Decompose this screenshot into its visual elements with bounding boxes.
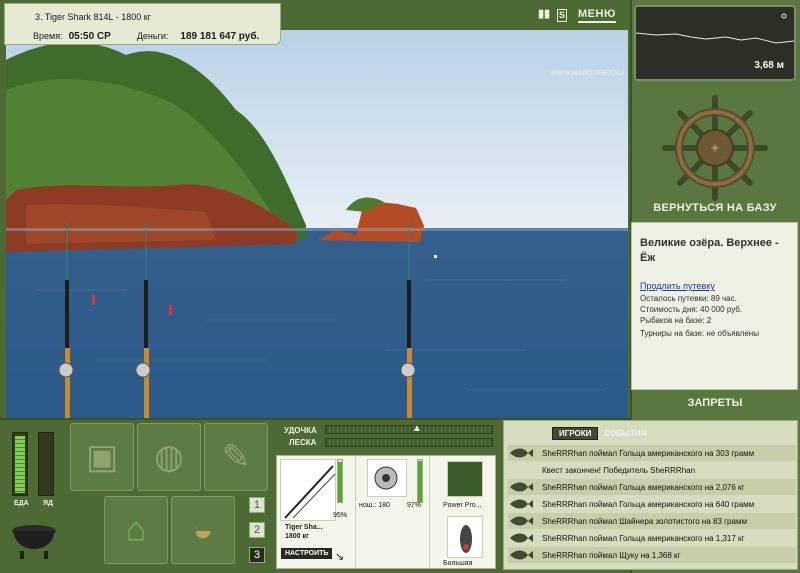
tournaments-info: Турниры на базе: не объявлены <box>640 329 759 338</box>
bans-button[interactable]: ЗАПРЕТЫ <box>632 397 798 409</box>
rod-weight: 1800 кг <box>285 533 309 540</box>
fish-icon <box>510 499 533 509</box>
tackle-bag-slot[interactable]: ▣ <box>70 423 134 491</box>
lure-caption: Большая <box>443 560 473 567</box>
event-row: SheRRRhan поймал Шайнера золотистого на … <box>508 513 796 529</box>
location-title: Великие озёра. Верхнее - Ёж <box>640 237 779 264</box>
event-row: SheRRRhan поймал Гольца американского на… <box>508 445 796 461</box>
event-row: SheRRRhan поймал Щуку на 1,368 кг <box>508 547 796 563</box>
reel-image[interactable] <box>367 459 407 497</box>
money-label: Деньги: <box>136 31 169 41</box>
bag-icon: ▣ <box>85 438 119 476</box>
expand-arrow-icon[interactable]: ↘ <box>335 550 344 563</box>
line-tension-bar <box>325 438 493 447</box>
events-panel: ИГРОКИ СОБЫТИЯ SheRRRhan поймал Гольца а… <box>503 420 798 570</box>
settings-icon[interactable]: S <box>557 9 568 22</box>
pause-icon[interactable]: ▮▮ <box>538 9 550 20</box>
tab-players[interactable]: ИГРОКИ <box>552 427 599 440</box>
rod-name: Tiger Sha... <box>285 524 323 531</box>
event-row: SheRRRhan поймал Гольца американского на… <box>508 479 796 495</box>
anglers-on-base: Рыбаков на базе: 2 <box>640 316 712 325</box>
inventory-tab-1[interactable]: 1 <box>249 497 265 513</box>
target-line: 3. Tiger Shark 814L - 1800 кг <box>35 12 151 22</box>
time-value: 05:50 СР <box>68 31 111 42</box>
line-caption: Power Pro... <box>443 502 482 509</box>
tackle-panel: 95% Tiger Sha... 1800 кг НАСТРОИТЬ ↘ нош… <box>276 455 496 569</box>
ship-wheel-icon: ✦ <box>662 95 768 201</box>
fish-icon <box>508 464 534 476</box>
return-to-base-button[interactable]: ВЕРНУТЬСЯ НА БАЗУ <box>632 202 798 214</box>
depth-sonar: 3,68 м <box>634 5 796 81</box>
reel-wear-bar <box>417 459 423 503</box>
reel-percent: 97% <box>407 502 422 509</box>
food-meter <box>12 432 28 496</box>
time-label: Время: <box>33 31 63 41</box>
rod-percent: 95% <box>333 512 348 519</box>
fish-icon <box>510 516 533 526</box>
tension-marker-icon: ▲ <box>412 423 422 434</box>
lake-landscape <box>6 30 628 418</box>
event-row: SheRRRhan поймал Гольца американского на… <box>508 496 796 512</box>
fish-icon <box>510 550 533 560</box>
event-text: Квест закончен! Победитель SheRRRhan <box>542 465 696 475</box>
depth-value: 3,68 м <box>754 60 784 71</box>
money-value: 189 181 647 руб. <box>180 31 260 42</box>
status-panel: 3. Tiger Shark 814L - 1800 кг Время: 05:… <box>4 3 281 45</box>
reel-caption: нош.: 180 <box>359 502 390 509</box>
helm-wheel[interactable]: ✦ <box>632 88 798 218</box>
rod-tension-bar <box>325 425 493 434</box>
fishing-scene[interactable]: WWW.WAIRTOBET.RU <box>6 30 628 418</box>
rod-label: УДОЧКА <box>284 426 317 435</box>
event-row: Квест закончен! Победитель SheRRRhan <box>508 462 796 478</box>
inventory-tab-2[interactable]: 2 <box>249 522 265 538</box>
tools-icon: ✎ <box>221 438 251 476</box>
event-text: SheRRRhan поймал Щуку на 1,368 кг <box>542 550 681 560</box>
menu-button[interactable]: МЕНЮ <box>578 8 616 23</box>
line-spool-image[interactable] <box>447 461 483 497</box>
basket-icon: ⌂ <box>125 510 147 549</box>
bucket-slot[interactable]: ◒ <box>171 496 235 564</box>
net-icon: ◍ <box>154 438 184 476</box>
location-panel: Великие озёра. Верхнее - Ёж Продлить пут… <box>631 222 798 390</box>
event-text: SheRRRhan поймал Гольца американского на… <box>542 448 755 458</box>
fish-icon <box>510 448 533 458</box>
poison-meter <box>38 432 54 496</box>
watermark: WWW.WAIRTOBET.RU <box>550 70 624 77</box>
food-level <box>15 435 25 493</box>
fish-icon <box>510 482 533 492</box>
rod-image[interactable] <box>280 459 336 521</box>
permit-remaining: Осталось путевки: 89 час. <box>640 294 737 303</box>
setup-button[interactable]: НАСТРОИТЬ <box>281 548 333 559</box>
cauldron-icon[interactable] <box>8 515 60 563</box>
bait-basket-slot[interactable]: ⌂ <box>104 496 168 564</box>
day-cost: Стоимость дня: 40 000 руб. <box>640 305 743 314</box>
bucket-icon: ◒ <box>192 510 214 549</box>
event-row: SheRRRhan поймал Гольца американского на… <box>508 530 796 546</box>
tab-events[interactable]: СОБЫТИЯ <box>602 427 648 440</box>
extend-permit-link[interactable]: Продлить путевку <box>640 281 715 291</box>
food-label: ЕДА <box>14 500 29 507</box>
event-text: SheRRRhan поймал Гольца американского на… <box>542 482 745 492</box>
fish-icon <box>510 533 533 543</box>
tools-slot[interactable]: ✎ <box>204 423 268 491</box>
lure-image[interactable] <box>447 516 483 558</box>
svg-text:✦: ✦ <box>709 141 721 157</box>
event-text: SheRRRhan поймал Гольца американского на… <box>542 499 755 509</box>
net-slot[interactable]: ◍ <box>137 423 201 491</box>
event-text: SheRRRhan поймал Гольца американского на… <box>542 533 745 543</box>
poison-label: ЯД <box>43 500 54 507</box>
rod-wear-bar <box>337 459 343 503</box>
line-label: ЛЕСКА <box>289 438 317 447</box>
inventory-tab-3[interactable]: 3 <box>249 547 265 563</box>
event-text: SheRRRhan поймал Шайнера золотистого на … <box>542 516 747 526</box>
